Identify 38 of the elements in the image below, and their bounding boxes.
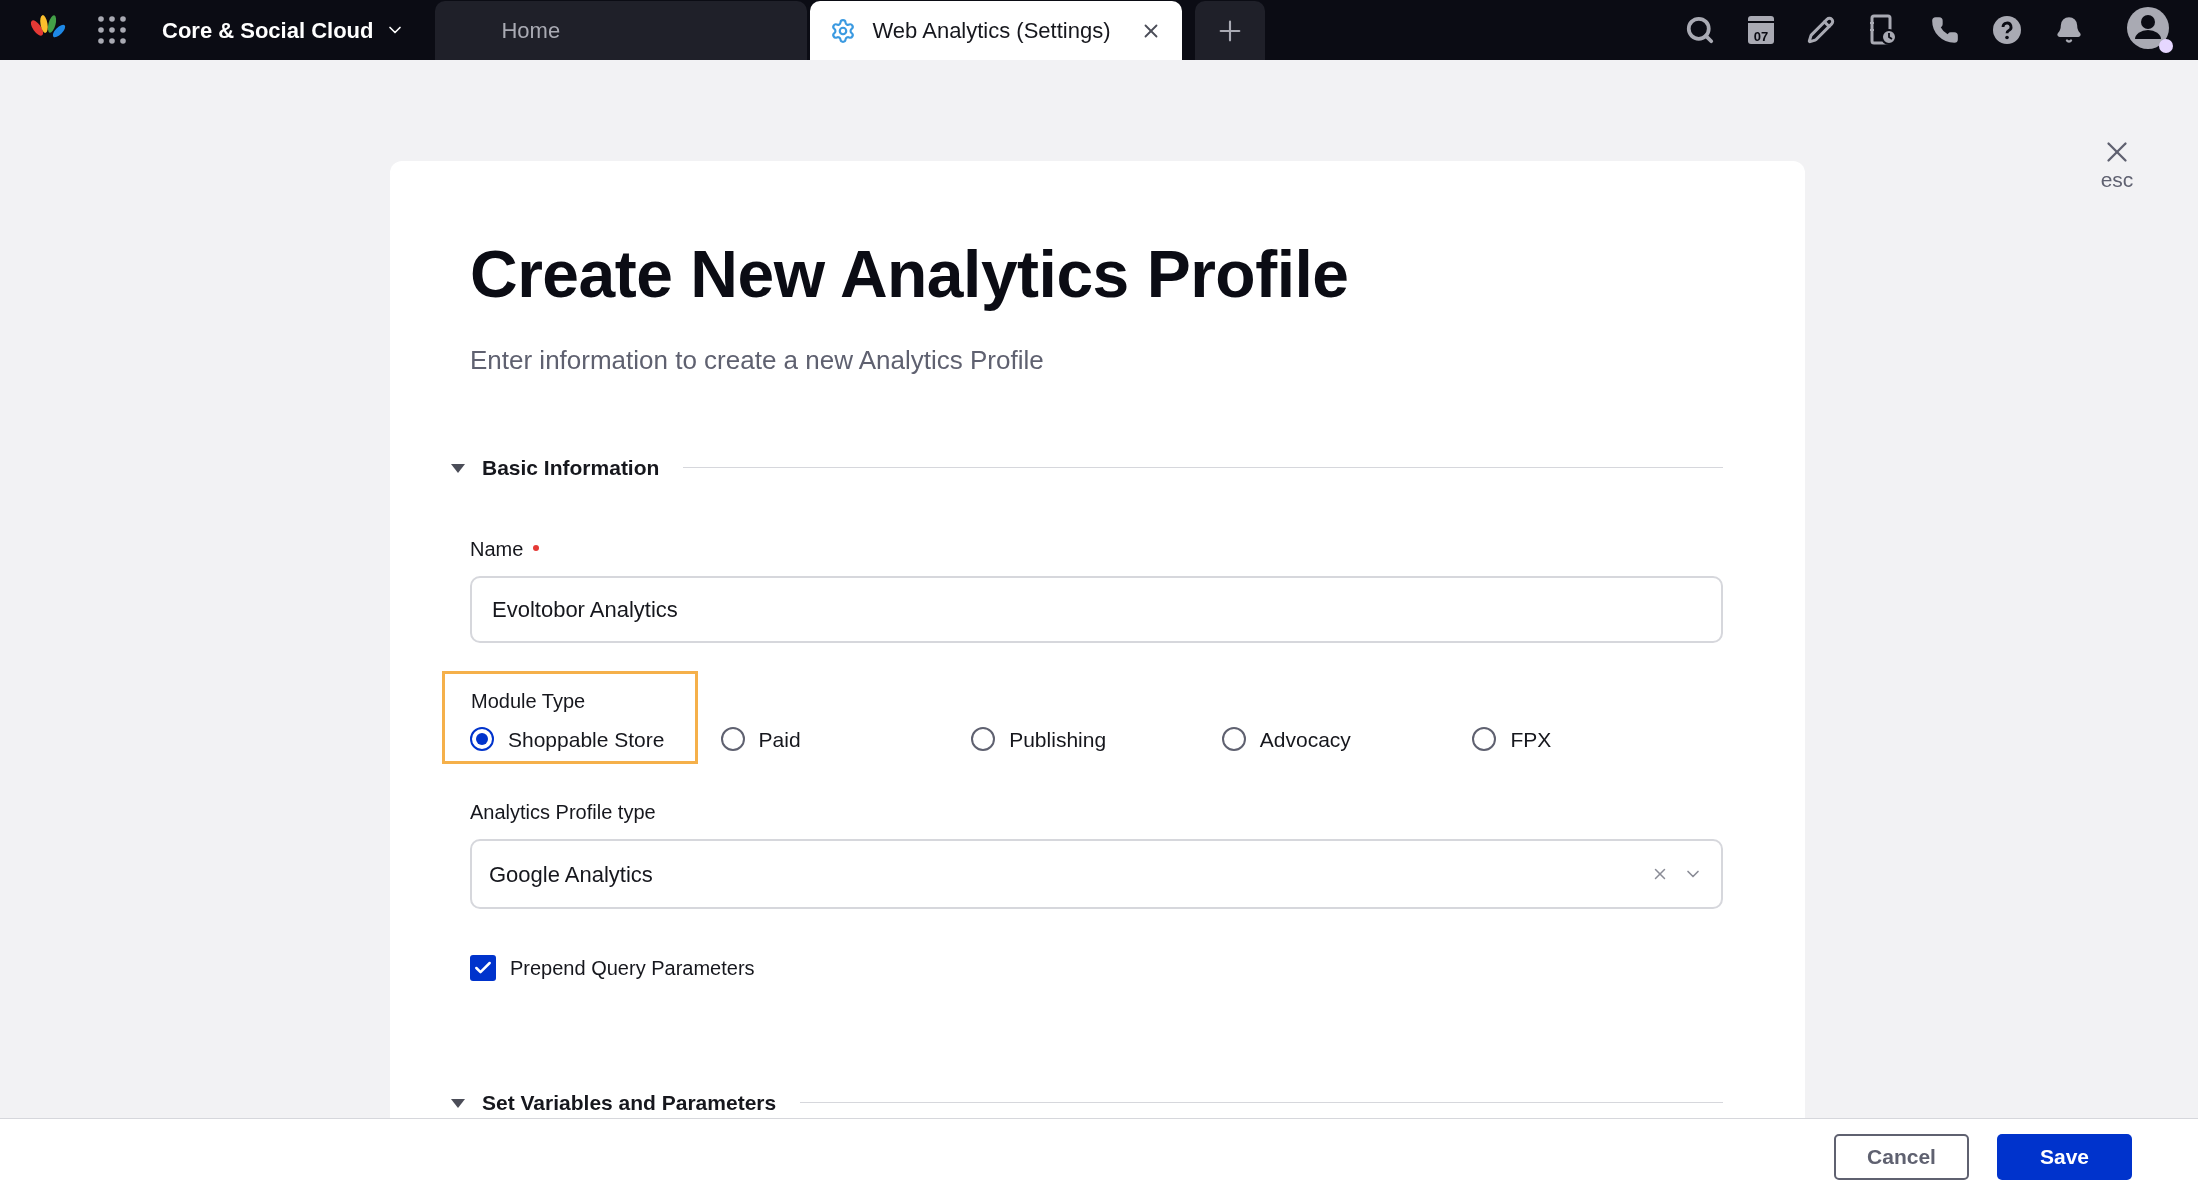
radio-option[interactable]: Publishing: [971, 723, 1222, 755]
checkbox-label: Prepend Query Parameters: [510, 956, 755, 981]
close-button[interactable]: esc: [2100, 135, 2134, 205]
checkbox[interactable]: [470, 955, 496, 981]
avatar-icon[interactable]: [2126, 6, 2174, 54]
save-button[interactable]: Save: [1997, 1133, 2132, 1180]
collapse-caret-icon[interactable]: [450, 1096, 466, 1109]
radio-button[interactable]: [1221, 727, 1246, 752]
radio-button[interactable]: [971, 727, 996, 752]
pencil-icon[interactable]: [1807, 16, 1835, 44]
profile-type-select[interactable]: Google Analytics: [470, 839, 1723, 909]
page-subtitle: Enter information to create a new Analytics Profile: [470, 344, 1045, 377]
collapse-caret-icon[interactable]: [450, 461, 466, 474]
section-title: Set Variables and Parameters: [482, 1090, 777, 1116]
search-icon[interactable]: [1685, 15, 1715, 45]
radio-option[interactable]: FPX: [1472, 723, 1723, 755]
field-label: Analytics Profile type: [470, 800, 657, 825]
phone-icon[interactable]: [1931, 16, 1959, 44]
section-title: Basic Information: [482, 455, 660, 481]
tab[interactable]: Web Analytics (Settings): [810, 1, 1183, 60]
radio-option[interactable]: Paid: [720, 723, 972, 755]
name-input[interactable]: Evoltobor Analytics: [470, 575, 1723, 643]
notebook-clock-icon[interactable]: [1868, 14, 1898, 46]
tab[interactable]: Home: [435, 1, 808, 60]
field-label: Module Type: [471, 689, 586, 712]
workspace-switcher[interactable]: Core & Social Cloud: [162, 13, 406, 47]
radio-button[interactable]: [1472, 727, 1497, 752]
field-label: Name: [470, 536, 524, 562]
settings-icon: [830, 17, 857, 44]
notification-bell-icon[interactable]: [2055, 16, 2083, 44]
radio-button[interactable]: [720, 727, 745, 752]
radio-option[interactable]: Advocacy: [1221, 723, 1473, 755]
app-grid-icon[interactable]: [98, 16, 126, 44]
cancel-button[interactable]: Cancel: [1834, 1133, 1969, 1180]
radio-option[interactable]: Shoppable Store: [470, 723, 721, 755]
help-icon[interactable]: [1992, 15, 2022, 45]
calendar-icon[interactable]: 07: [1748, 16, 1774, 44]
radio-button[interactable]: [470, 727, 494, 752]
